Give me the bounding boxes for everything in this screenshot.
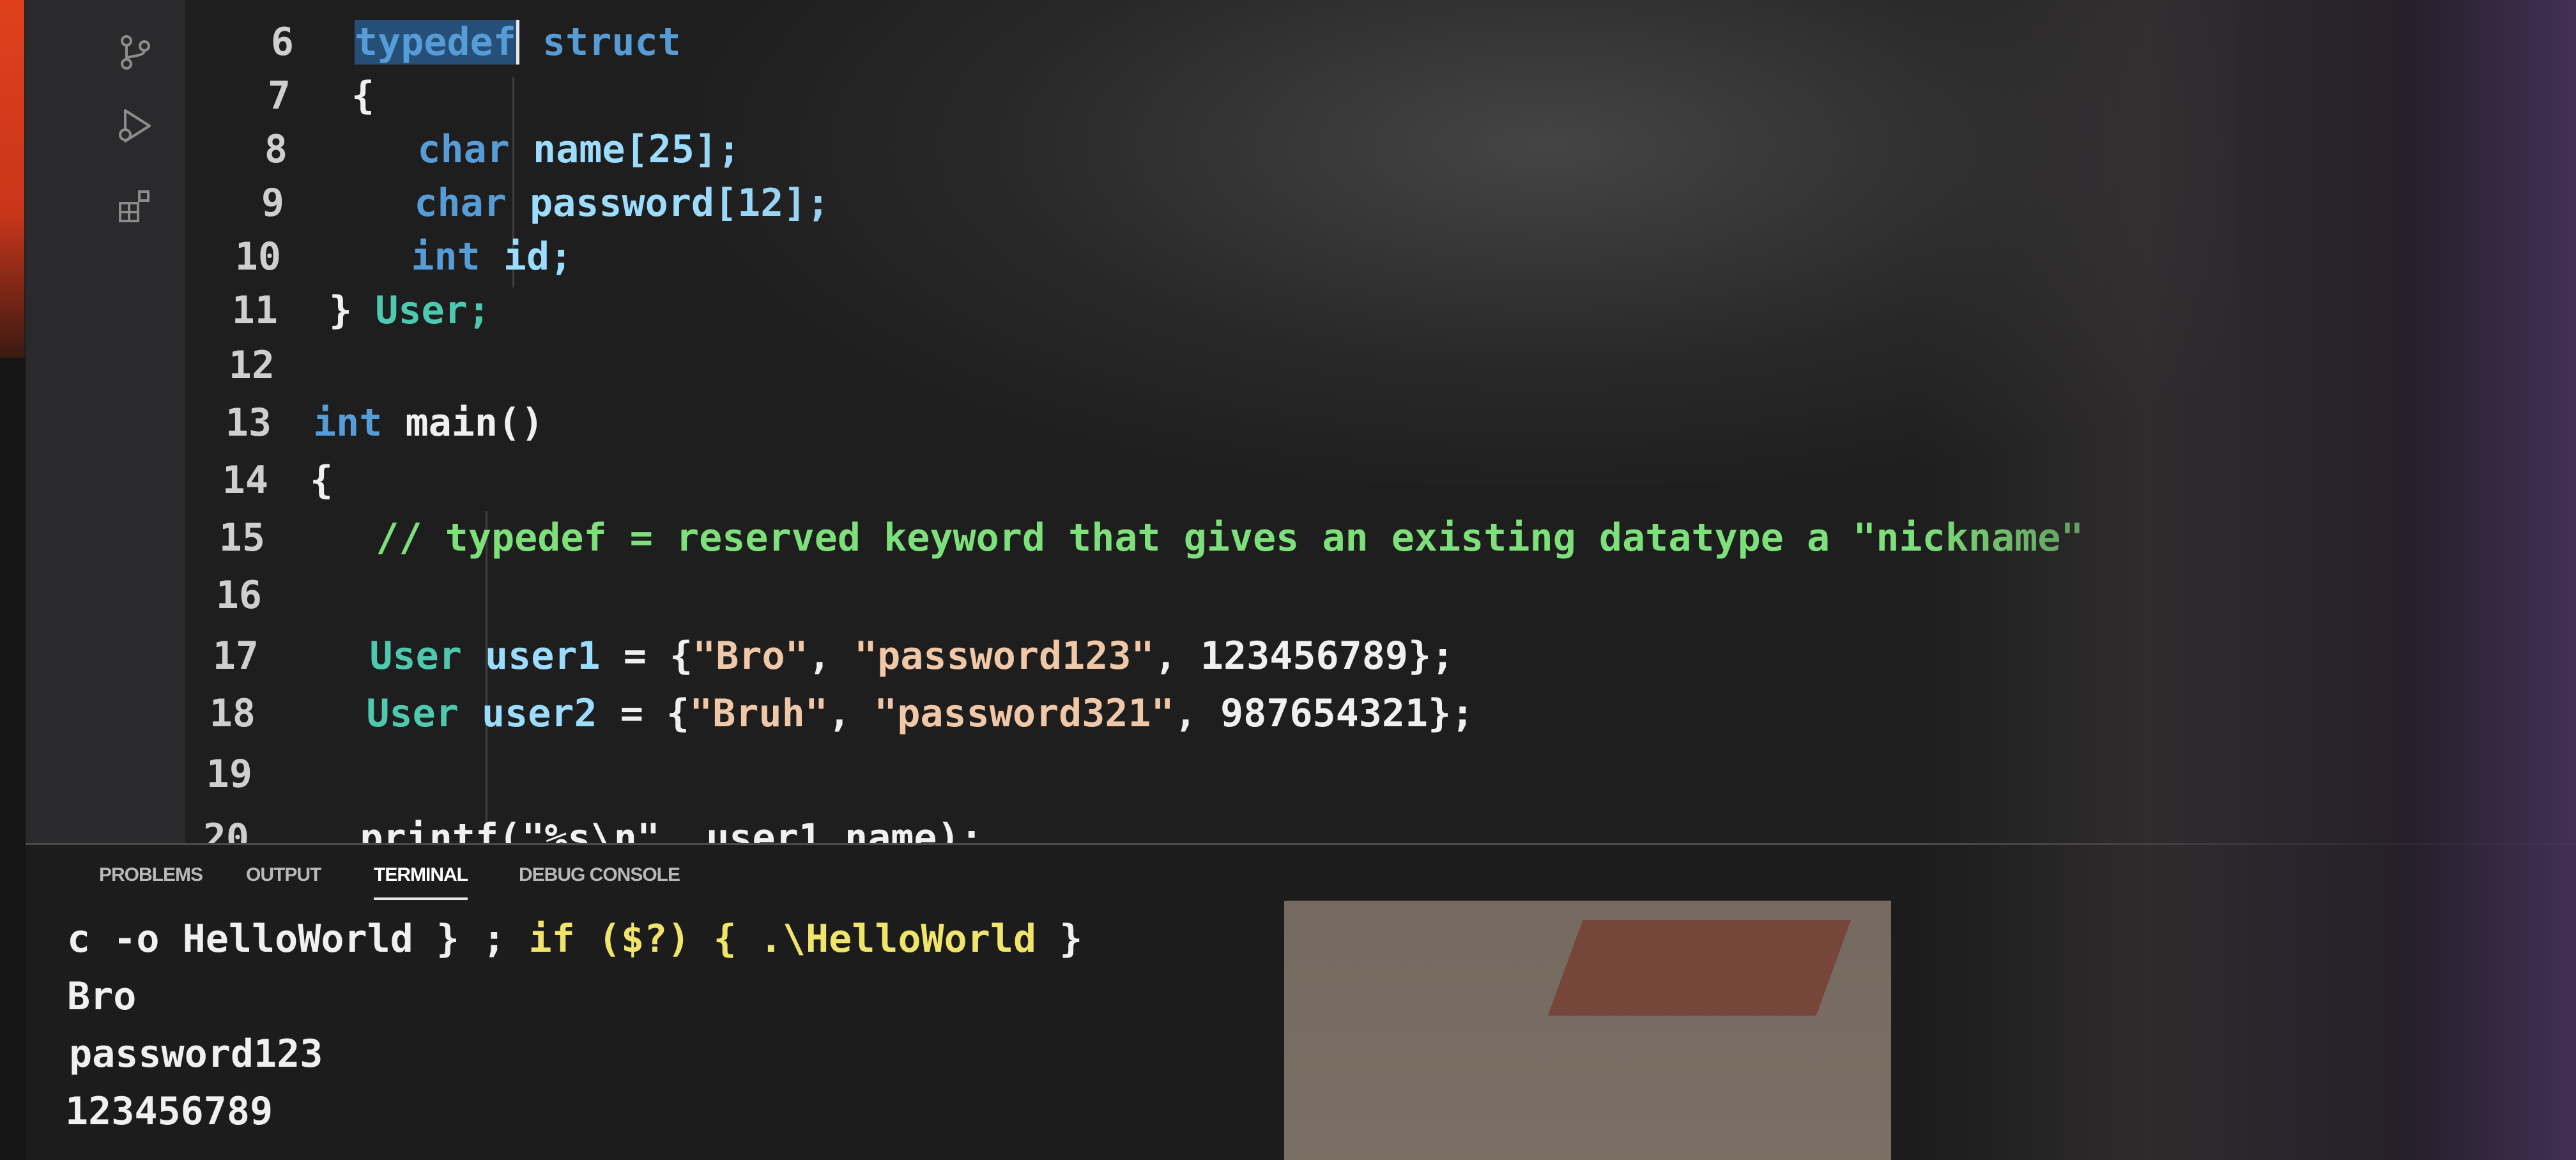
line-code: { xyxy=(310,454,333,507)
code-token: "password123" xyxy=(854,634,1154,678)
code-line[interactable]: 10 int id; xyxy=(185,230,2485,284)
device-bezel xyxy=(0,0,24,358)
code-line[interactable]: 20 printf("%s\n", user1.name); xyxy=(185,811,2485,843)
line-number: 12 xyxy=(228,343,275,388)
code-line[interactable]: 12 xyxy=(185,339,2485,392)
tab-output[interactable]: OUTPUT xyxy=(246,864,321,886)
line-number: 14 xyxy=(222,458,268,503)
line-number: 6 xyxy=(270,20,294,65)
code-token: { xyxy=(351,73,375,118)
line-code: } User; xyxy=(329,284,491,337)
code-token: int xyxy=(313,401,383,445)
code-line[interactable]: 14 { xyxy=(185,454,2485,507)
line-number: 8 xyxy=(264,127,288,172)
code-token: User; xyxy=(375,288,491,333)
code-line[interactable]: 18 User user2 = {"Bruh", "password321", … xyxy=(185,687,2485,740)
code-editor[interactable]: 6 typedef struct 7{8 char name[25]; 9 char … xyxy=(185,0,2576,843)
line-code: int id; xyxy=(342,230,572,284)
line-code: // typedef = reserved keyword that gives… xyxy=(307,511,2083,565)
code-line[interactable]: 6 typedef struct xyxy=(185,15,2485,69)
code-token: char xyxy=(414,181,507,225)
code-token: "Bro" xyxy=(693,634,808,678)
terminal-output-line: password123 xyxy=(69,1032,323,1076)
code-token: user1 xyxy=(461,634,624,678)
photo-frame: 6 typedef struct 7{8 char name[25]; 9 char … xyxy=(0,0,2576,1160)
line-number: 15 xyxy=(218,515,265,560)
code-line[interactable]: 13 int main() xyxy=(185,396,2485,450)
line-number: 19 xyxy=(206,752,252,797)
code-line[interactable]: 16 xyxy=(185,569,2485,622)
line-number: 13 xyxy=(225,401,272,445)
code-token: // typedef = reserved keyword that gives… xyxy=(376,515,2084,560)
tab-problems[interactable]: PROBLEMS xyxy=(99,864,203,886)
terminal-command-line[interactable]: c -o HelloWorld } ; if ($?) { .\HelloWor… xyxy=(67,912,1082,966)
code-token: printf("%s\n", user1.name); xyxy=(291,816,983,843)
selected-token: typedef xyxy=(355,20,519,65)
code-token: = { xyxy=(620,691,690,736)
line-number: 10 xyxy=(234,234,281,279)
bottom-panel: PROBLEMS OUTPUT TERMINAL DEBUG CONSOLE c… xyxy=(26,843,2576,1160)
code-token: User xyxy=(366,691,459,736)
code-line[interactable]: 7{ xyxy=(185,69,2485,123)
line-code: int main() xyxy=(313,396,544,450)
code-line[interactable]: 8 char name[25]; xyxy=(185,123,2485,176)
code-token: } xyxy=(329,288,376,333)
code-token: { xyxy=(310,458,334,503)
code-token: , xyxy=(808,634,854,678)
code-token: main() xyxy=(382,401,544,445)
code-token: user2 xyxy=(458,691,620,736)
code-line[interactable]: 17 User user1 = {"Bro", "password123", 1… xyxy=(185,629,2485,683)
line-number: 20 xyxy=(203,816,249,843)
code-token: = { xyxy=(623,634,693,678)
line-number: 18 xyxy=(209,691,256,736)
run-debug-icon[interactable] xyxy=(115,105,156,146)
line-number: 17 xyxy=(212,634,259,678)
code-token: , 987654321}; xyxy=(1174,691,1475,736)
code-token: "password321" xyxy=(874,691,1174,736)
code-line[interactable]: 11} User; xyxy=(185,284,2485,337)
code-line[interactable]: 9 char password[12]; xyxy=(185,176,2485,230)
activity-bar xyxy=(26,0,185,843)
code-token: password[12]; xyxy=(506,181,830,225)
line-code: printf("%s\n", user1.name); xyxy=(291,811,983,843)
line-code: { xyxy=(351,69,374,123)
line-number: 7 xyxy=(267,73,291,118)
tab-debug-console[interactable]: DEBUG CONSOLE xyxy=(519,864,680,886)
terminal-command-prefix: c -o HelloWorld } ; xyxy=(67,917,529,961)
line-code: User user1 = {"Bro", "password123", 1234… xyxy=(300,629,1454,683)
terminal-output-line: Bro xyxy=(67,974,137,1019)
line-code: typedef struct xyxy=(355,15,681,69)
line-number: 16 xyxy=(215,573,262,618)
code-token: int xyxy=(411,234,480,279)
code-token: , xyxy=(827,691,875,736)
code-token: char xyxy=(417,127,510,172)
terminal-command-suffix: } xyxy=(1036,917,1083,961)
tab-terminal[interactable]: TERMINAL xyxy=(374,864,468,900)
device-bezel-lower xyxy=(0,358,26,1160)
source-control-icon[interactable] xyxy=(115,32,156,73)
line-code: User user2 = {"Bruh", "password321", 987… xyxy=(297,687,1474,740)
code-line[interactable]: 19 xyxy=(185,747,2485,801)
line-code: char password[12]; xyxy=(345,176,830,230)
code-token: User xyxy=(369,634,462,678)
code-token: name[25]; xyxy=(509,127,741,172)
extensions-icon[interactable] xyxy=(115,185,156,226)
code-token: id; xyxy=(480,234,573,279)
line-code: char name[25]; xyxy=(348,123,740,176)
line-number: 9 xyxy=(261,181,284,225)
terminal-command-if: if ($?) { .\HelloWorld xyxy=(528,917,1037,961)
code-line[interactable]: 15 // typedef = reserved keyword that gi… xyxy=(185,511,2485,565)
code-token: "Bruh" xyxy=(689,691,828,736)
code-token: struct xyxy=(542,20,681,65)
terminal-output-line: 123456789 xyxy=(65,1089,273,1134)
line-number: 11 xyxy=(231,288,278,333)
code-token: , 123456789}; xyxy=(1154,634,1455,678)
